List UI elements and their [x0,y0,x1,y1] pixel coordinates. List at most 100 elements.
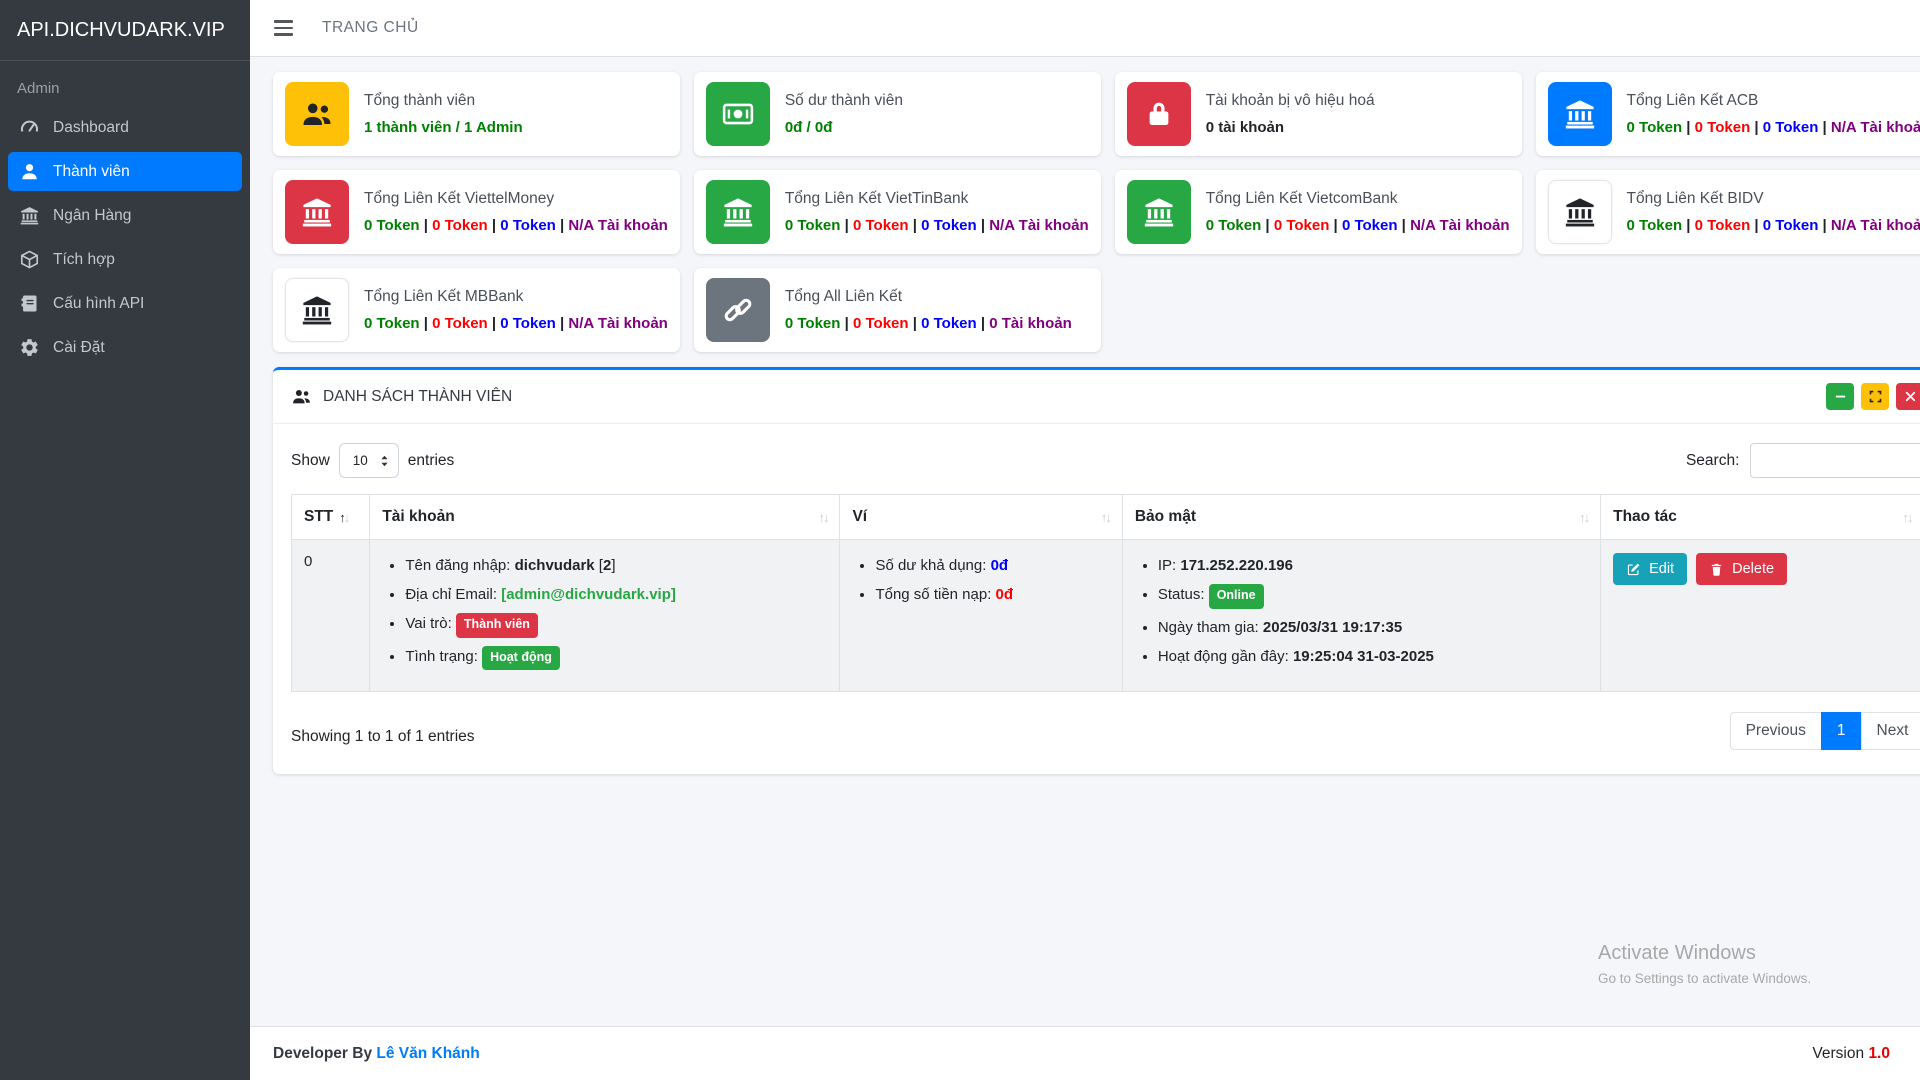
column-header-stt[interactable]: STT↑↓ [292,495,370,540]
pagination: Previous1Next [1730,712,1920,750]
stat-card-tong-lien-ket-viettelmoney: Tổng Liên Kết ViettelMoney0 Token | 0 To… [273,170,680,254]
text-segment: N/A Tài khoản [568,217,667,234]
stat-card-tong-thanh-vien: Tổng thành viên 1 thành viên / 1 Admin [273,72,680,156]
column-header-vi[interactable]: Ví ↑↓ [840,495,1122,540]
stat-card-title: Số dư thành viên [785,92,903,110]
sidebar-item-thanh-vien[interactable]: Thành viên [8,152,242,191]
main-area: TRANG CHỦ Tổng thành viên 1 thành viên / … [250,0,1920,1080]
stat-card-value: 0 Token | 0 Token | 0 Token | 0 Tài khoả… [785,315,1072,332]
sidebar-item-label: Tích hợp [53,251,115,269]
detail-item: Số dư khả dụng: 0đ [875,555,1109,576]
stat-card-tong-lien-ket-acb: Tổng Liên Kết ACB0 Token | 0 Token | 0 T… [1536,72,1920,156]
text-segment: N/A Tài khoản [1831,217,1920,234]
sidebar-item-dashboard[interactable]: Dashboard [8,108,242,147]
text-segment: 0 Token [432,315,488,332]
page-1-button[interactable]: 1 [1821,712,1862,750]
menu-toggle-icon[interactable] [274,20,293,35]
status-badge: Hoạt động [482,646,560,671]
text-segment: 0 Token [1627,119,1683,136]
page-size-group: Show 10 entries [291,443,454,478]
breadcrumb[interactable]: TRANG CHỦ [322,19,419,37]
text-segment: 1 thành viên / 1 Admin [364,119,523,136]
panel-body: Show 10 entries Search: [273,424,1920,774]
sidebar-item-tich-hop[interactable]: Tích hợp [8,240,242,279]
close-button[interactable] [1896,383,1920,410]
text-segment: 0đ / 0đ [785,119,833,136]
column-label: Bảo mật [1135,508,1196,526]
sidebar-item-cai-at[interactable]: Cài Đặt [8,328,242,367]
text-segment: Địa chỉ Email: [405,586,501,603]
button-label: Edit [1649,561,1674,577]
text-segment: 0 Token [500,217,556,234]
column-label: Tài khoản [382,508,454,526]
sort-icon: ↑↓ [339,510,348,525]
sidebar-item-cau-hinh-api[interactable]: Cấu hình API [8,284,242,323]
cell-stt: 0 [292,540,370,692]
text-segment: Hoạt động gần đây: [1158,648,1293,665]
column-header-tai-khoan[interactable]: Tài khoản↑↓ [370,495,840,540]
text-segment: 0 Token [1695,217,1751,234]
developer-label: Developer By [273,1045,376,1062]
text-segment: | [420,315,433,332]
stat-card-title: Tổng thành viên [364,92,523,110]
bank-icon [285,278,349,342]
column-header-thao-tac[interactable]: Thao tác↑↓ [1601,495,1920,540]
stat-card-title: Tổng Liên Kết BIDV [1627,190,1920,208]
status-badge: Online [1209,584,1264,609]
developer-link[interactable]: Lê Văn Khánh [376,1045,479,1062]
stat-card-title: Tổng Liên Kết VietcomBank [1206,190,1510,208]
text-segment: 0 Token [500,315,556,332]
text-segment: | [909,217,922,234]
stat-card-value: 0 Token | 0 Token | 0 Token | N/A Tài kh… [364,217,668,234]
stat-card-tong-all-lien-ket: Tổng All Liên Kết0 Token | 0 Token | 0 T… [694,268,1101,352]
stat-card-value: 0 tài khoản [1206,119,1375,136]
text-segment: 0 tài khoản [1206,119,1284,136]
text-segment: Tổng số tiền nạp: [875,586,995,603]
brand-title[interactable]: API.DICHVUDARK.VIP [0,0,250,61]
money-icon [706,82,770,146]
next-page-button[interactable]: Next [1861,712,1920,750]
column-header-bao-mat[interactable]: Bảo mật ↑↓ [1122,495,1600,540]
text-segment: | [1818,119,1831,136]
text-segment: | [977,315,990,332]
stat-card-tong-lien-ket-mbbank: Tổng Liên Kết MBBank0 Token | 0 Token | … [273,268,680,352]
footer-left: Developer By Lê Văn Khánh [273,1045,480,1063]
stat-card-tai-khoan-bi-vo-hieu-hoa: Tài khoản bị vô hiệu hoá0 tài khoản [1115,72,1522,156]
members-panel: DANH SÁCH THÀNH VIÊN Show 10 entries [273,367,1920,774]
page-size-select[interactable]: 10 [339,443,399,478]
tachometer-icon [19,117,40,138]
text-segment: 0 Token [432,217,488,234]
app-window: API.DICHVUDARK.VIP Admin DashboardThành … [0,0,1920,1080]
panel-tools [1826,383,1920,410]
button-label: Delete [1732,561,1774,577]
page-size-value: 10 [353,453,368,468]
sort-icon: ↑↓ [1101,510,1110,525]
detail-item: Ngày tham gia: 2025/03/31 19:17:35 [1158,617,1588,638]
stat-card-text: Số dư thành viên 0đ / 0đ [785,92,903,136]
text-segment: | [840,315,853,332]
status-badge: Thành viên [456,613,538,638]
text-segment: [ [595,557,603,574]
column-label: Ví [852,508,867,526]
table-row: 0Tên đăng nhập: dichvudark [2]Địa chỉ Em… [292,540,1920,692]
search-input[interactable] [1750,443,1920,478]
stat-card-value: 0 Token | 0 Token | 0 Token | N/A Tài kh… [364,315,668,332]
text-segment: | [1818,217,1831,234]
text-segment: | [1261,217,1274,234]
previous-page-button[interactable]: Previous [1730,712,1822,750]
text-segment: | [1750,217,1763,234]
sort-icon: ↑↓ [1579,510,1588,525]
text-segment: | [1750,119,1763,136]
edit-button[interactable]: Edit [1613,553,1687,585]
text-segment: 0 Token [785,315,841,332]
text-segment: Vai trò: [405,615,456,632]
collapse-button[interactable] [1826,383,1854,410]
sidebar-item-ngan-hang[interactable]: Ngân Hàng [8,196,242,235]
delete-button[interactable]: Delete [1696,553,1787,585]
sort-icon: ↑↓ [1902,510,1911,525]
text-segment: | [1682,119,1695,136]
search-group: Search: [1686,443,1920,478]
maximize-button[interactable] [1861,383,1889,410]
text-segment: 0 Token [1274,217,1330,234]
show-label: Show [291,452,330,470]
